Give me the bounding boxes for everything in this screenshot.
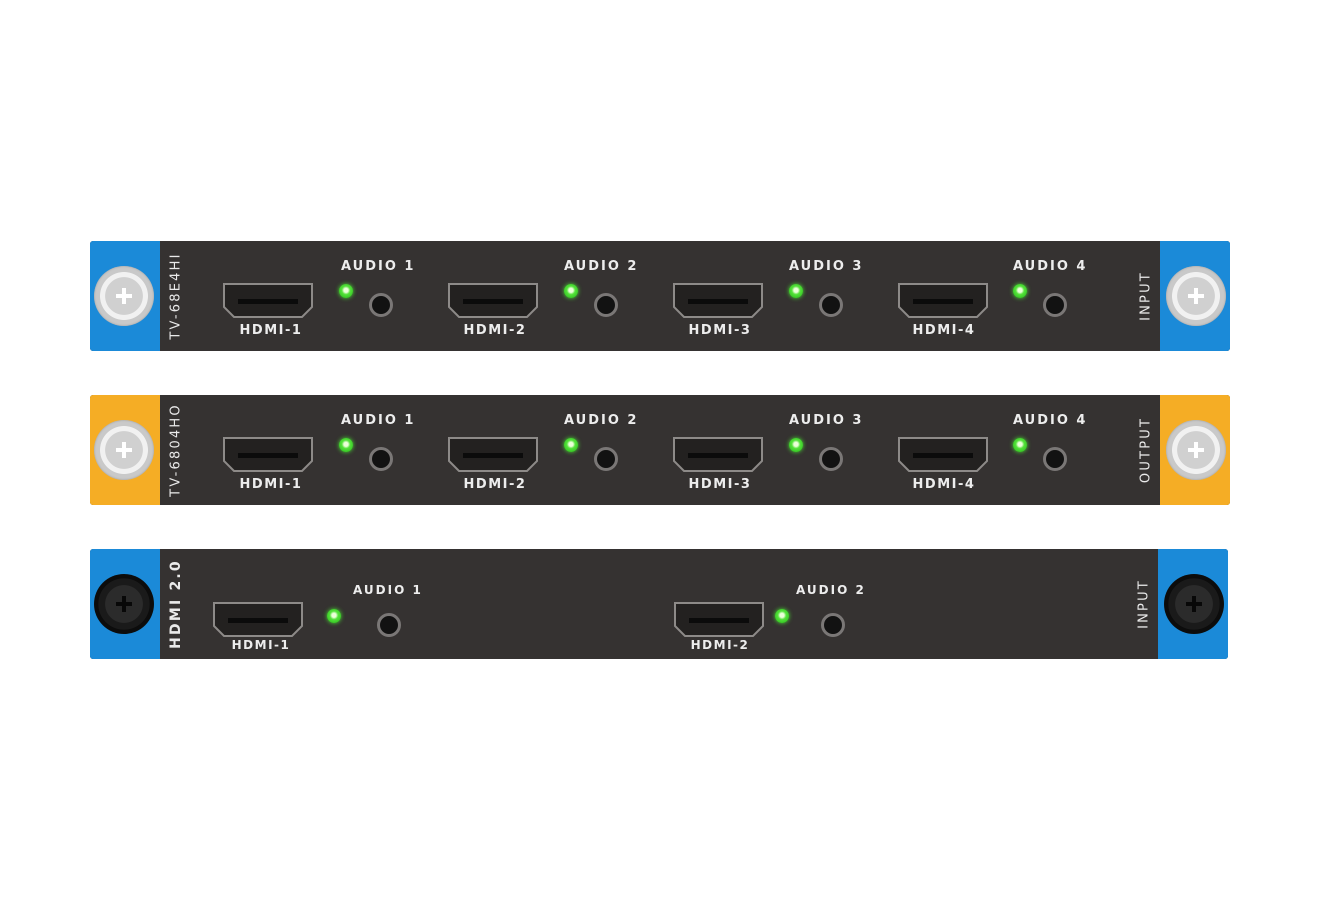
hdmi-port-label: HDMI-1 — [239, 477, 303, 492]
led-indicator-icon — [1013, 438, 1027, 452]
audio-jack-icon[interactable] — [819, 293, 843, 317]
left-mounting-ear — [90, 241, 160, 351]
right-mounting-ear — [1160, 241, 1230, 351]
hdmi-port-icon[interactable] — [212, 600, 304, 638]
hdmi-port-label: HDMI-1 — [239, 323, 303, 338]
thumb-screw-icon[interactable] — [94, 420, 154, 480]
hdmi-port-icon[interactable] — [673, 600, 765, 638]
hdmi-port-icon[interactable] — [222, 435, 314, 473]
audio-jack-icon[interactable] — [819, 447, 843, 471]
audio-label: AUDIO 1 — [341, 259, 416, 274]
hdmi-port-icon[interactable] — [672, 281, 764, 319]
left-mounting-ear — [90, 549, 160, 659]
audio-label: AUDIO 2 — [796, 583, 866, 597]
audio-label: AUDIO 2 — [564, 413, 639, 428]
audio-jack-icon[interactable] — [1043, 447, 1067, 471]
card-hdmi-2-0: HDMI 2.0 HDMI-1 AUDIO 1 HDMI-2 AUDIO 2 I… — [90, 549, 1228, 659]
thumb-screw-icon[interactable] — [1166, 266, 1226, 326]
led-indicator-icon — [1013, 284, 1027, 298]
led-indicator-icon — [339, 284, 353, 298]
audio-label: AUDIO 3 — [789, 413, 864, 428]
audio-jack-icon[interactable] — [594, 447, 618, 471]
card-tv-6804ho: TV-6804HO HDMI-1 AUDIO 1 HDMI-2 AUDIO 2 … — [90, 395, 1230, 505]
hdmi-port-icon[interactable] — [447, 281, 539, 319]
led-indicator-icon — [775, 609, 789, 623]
hdmi-port-icon[interactable] — [222, 281, 314, 319]
hdmi-port-icon[interactable] — [447, 435, 539, 473]
model-label: HDMI 2.0 — [168, 559, 184, 649]
audio-label: AUDIO 3 — [789, 259, 864, 274]
model-label: TV-6804HO — [168, 403, 184, 497]
audio-jack-icon[interactable] — [369, 293, 393, 317]
hdmi-port-label: HDMI-3 — [688, 323, 752, 338]
audio-label: AUDIO 2 — [564, 259, 639, 274]
led-indicator-icon — [789, 284, 803, 298]
audio-jack-icon[interactable] — [377, 613, 401, 637]
hdmi-port-label: HDMI-4 — [912, 477, 976, 492]
audio-jack-icon[interactable] — [1043, 293, 1067, 317]
side-label: INPUT — [1136, 579, 1152, 629]
side-label: INPUT — [1138, 271, 1154, 321]
hdmi-port-icon[interactable] — [897, 435, 989, 473]
audio-label: AUDIO 4 — [1013, 259, 1088, 274]
audio-label: AUDIO 1 — [353, 583, 423, 597]
hdmi-port-label: HDMI-1 — [231, 638, 291, 652]
audio-label: AUDIO 1 — [341, 413, 416, 428]
led-indicator-icon — [564, 284, 578, 298]
led-indicator-icon — [327, 609, 341, 623]
side-label: OUTPUT — [1138, 416, 1154, 484]
audio-jack-icon[interactable] — [369, 447, 393, 471]
audio-jack-icon[interactable] — [594, 293, 618, 317]
right-mounting-ear — [1160, 395, 1230, 505]
hdmi-port-label: HDMI-4 — [912, 323, 976, 338]
led-indicator-icon — [789, 438, 803, 452]
led-indicator-icon — [564, 438, 578, 452]
thumb-screw-icon[interactable] — [1164, 574, 1224, 634]
hdmi-port-label: HDMI-2 — [463, 323, 527, 338]
audio-jack-icon[interactable] — [821, 613, 845, 637]
audio-label: AUDIO 4 — [1013, 413, 1088, 428]
thumb-screw-icon[interactable] — [1166, 420, 1226, 480]
right-mounting-ear — [1158, 549, 1228, 659]
left-mounting-ear — [90, 395, 160, 505]
led-indicator-icon — [339, 438, 353, 452]
thumb-screw-icon[interactable] — [94, 266, 154, 326]
hdmi-port-label: HDMI-2 — [690, 638, 750, 652]
hdmi-port-label: HDMI-2 — [463, 477, 527, 492]
hdmi-port-icon[interactable] — [897, 281, 989, 319]
card-tv-68e4hi: TV-68E4HI HDMI-1 AUDIO 1 HDMI-2 AUDIO 2 … — [90, 241, 1230, 351]
thumb-screw-icon[interactable] — [94, 574, 154, 634]
hdmi-port-label: HDMI-3 — [688, 477, 752, 492]
model-label: TV-68E4HI — [168, 252, 184, 340]
hdmi-port-icon[interactable] — [672, 435, 764, 473]
